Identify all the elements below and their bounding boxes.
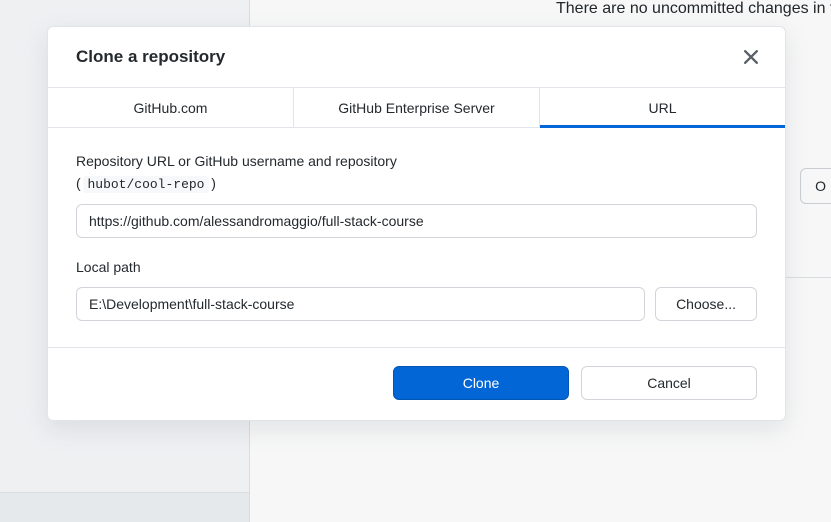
repo-url-label: Repository URL or GitHub username and re…	[76, 150, 757, 196]
local-path-label: Local path	[76, 256, 757, 278]
dialog-title: Clone a repository	[76, 47, 225, 67]
tab-github-com[interactable]: GitHub.com	[48, 88, 294, 127]
local-path-input[interactable]	[76, 287, 645, 321]
local-path-row: Choose...	[76, 287, 757, 321]
repo-url-field-group: Repository URL or GitHub username and re…	[76, 150, 757, 238]
repo-url-hint-close: )	[209, 175, 216, 191]
dialog-header: Clone a repository	[48, 27, 785, 87]
tab-url[interactable]: URL	[540, 88, 785, 127]
clone-repository-dialog: Clone a repository GitHub.com GitHub Ent…	[47, 26, 786, 421]
repo-url-hint-code: hubot/cool-repo	[83, 176, 208, 193]
cancel-button[interactable]: Cancel	[581, 366, 757, 400]
local-path-field-group: Local path Choose...	[76, 256, 757, 320]
close-icon	[744, 50, 758, 64]
dialog-footer: Clone Cancel	[48, 347, 785, 420]
dialog-body: Repository URL or GitHub username and re…	[48, 128, 785, 347]
repo-url-input[interactable]	[76, 204, 757, 238]
tab-github-enterprise[interactable]: GitHub Enterprise Server	[294, 88, 540, 127]
clone-button[interactable]: Clone	[393, 366, 569, 400]
tabs: GitHub.com GitHub Enterprise Server URL	[48, 87, 785, 128]
repo-url-label-text: Repository URL or GitHub username and re…	[76, 153, 397, 169]
close-button[interactable]	[739, 45, 763, 69]
choose-path-button[interactable]: Choose...	[655, 287, 757, 321]
